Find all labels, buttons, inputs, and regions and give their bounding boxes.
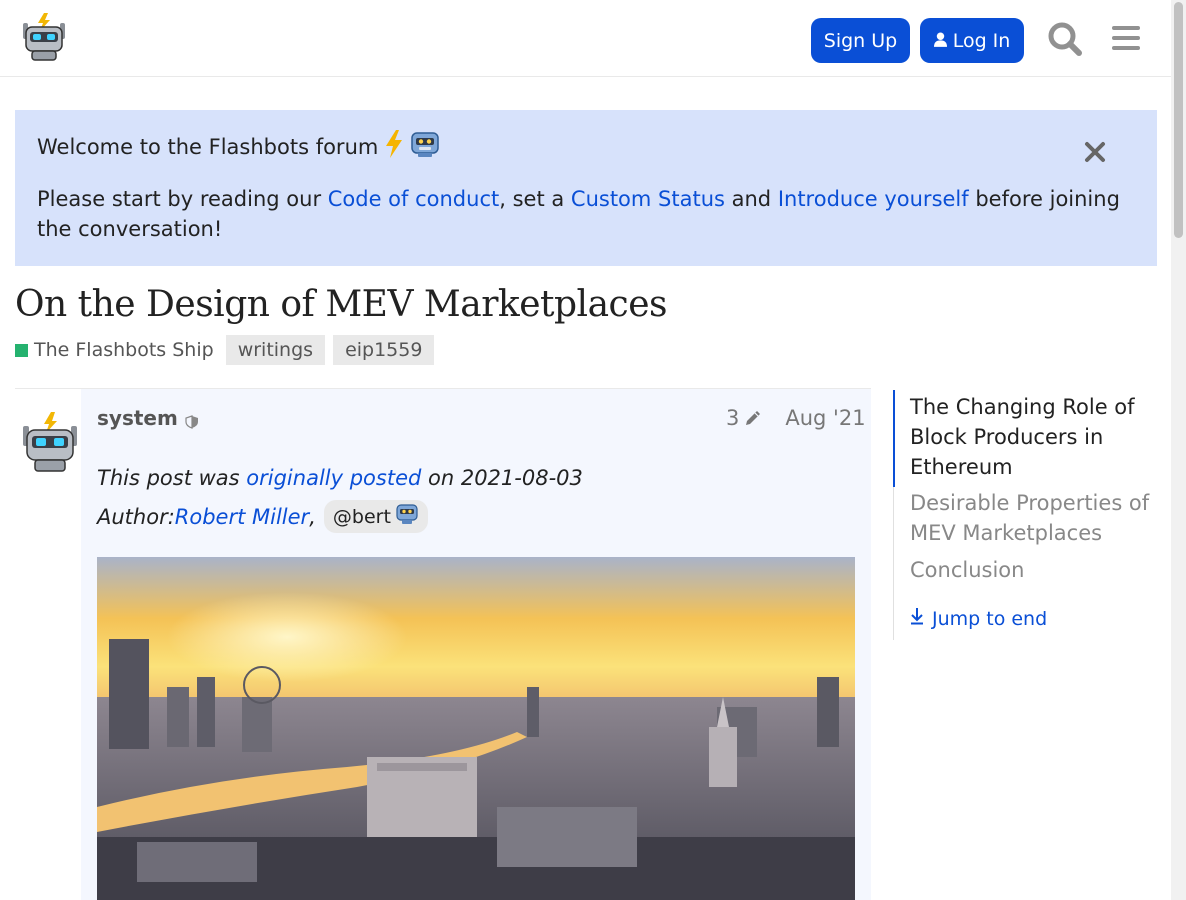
- lightning-emoji-icon: [384, 130, 404, 163]
- introduce-yourself-link[interactable]: Introduce yourself: [778, 187, 969, 211]
- origin-prefix: This post was: [97, 466, 247, 490]
- mention-text: @bert: [332, 505, 391, 528]
- code-of-conduct-link[interactable]: Code of conduct: [328, 187, 499, 211]
- close-banner-icon[interactable]: [1083, 140, 1107, 164]
- custom-status-link[interactable]: Custom Status: [571, 187, 725, 211]
- post-meta: 3 Aug '21: [726, 406, 866, 430]
- moderator-shield-icon: [184, 410, 200, 429]
- banner-title-row: Welcome to the Flashbots forum: [37, 130, 440, 163]
- welcome-banner: Welcome to the Flashbots forum Please st…: [15, 110, 1157, 266]
- bert-mention[interactable]: @bert: [323, 500, 428, 533]
- banner-text-1: Please start by reading our: [37, 187, 328, 211]
- search-icon[interactable]: [1045, 19, 1085, 59]
- post-author-line: Author: Robert Miller, @bert: [97, 500, 428, 533]
- sign-up-label: Sign Up: [823, 29, 898, 52]
- banner-message: Please start by reading our Code of cond…: [37, 184, 1127, 244]
- originally-posted-link[interactable]: originally posted: [246, 466, 421, 490]
- log-in-label: Log In: [952, 29, 1011, 52]
- site-header: Sign Up Log In: [0, 0, 1171, 77]
- banner-text-3: and: [724, 187, 778, 211]
- hamburger-menu-icon[interactable]: [1106, 19, 1146, 59]
- user-icon: [933, 30, 947, 52]
- post-origin-line: This post was originally posted on 2021-…: [97, 466, 583, 490]
- jump-to-end-label: Jump to end: [932, 607, 1048, 630]
- category-color-swatch: [15, 343, 28, 357]
- arrow-down-to-line-icon: [910, 607, 924, 630]
- scrollbar-thumb[interactable]: [1174, 2, 1183, 238]
- topic-meta: The Flashbots Ship writings eip1559: [15, 334, 435, 366]
- page-scrollbar[interactable]: [1171, 0, 1186, 900]
- robert-miller-link[interactable]: Robert Miller: [175, 505, 309, 529]
- sign-up-button[interactable]: Sign Up: [811, 18, 910, 63]
- author-avatar[interactable]: [22, 412, 78, 472]
- post-date[interactable]: Aug '21: [785, 406, 865, 430]
- author-separator: ,: [309, 504, 316, 529]
- author-prefix: Author:: [97, 504, 175, 529]
- london-skyline-photo[interactable]: [97, 557, 855, 900]
- log-in-button[interactable]: Log In: [920, 18, 1024, 63]
- origin-suffix: on 2021-08-03: [421, 466, 583, 490]
- jump-to-end-link[interactable]: Jump to end: [910, 607, 1047, 630]
- tag-eip1559[interactable]: eip1559: [333, 335, 435, 365]
- category-badge[interactable]: The Flashbots Ship: [15, 339, 214, 361]
- tag-writings[interactable]: writings: [225, 335, 326, 365]
- topic-timeline: The Changing Role of Block Producers in …: [893, 390, 1163, 640]
- post-author: system: [97, 406, 200, 430]
- robot-emoji-icon: [395, 503, 419, 530]
- category-name: The Flashbots Ship: [34, 339, 214, 361]
- robot-emoji-icon: [410, 130, 440, 163]
- timeline-active-indicator: [893, 390, 895, 487]
- topic-title[interactable]: On the Design of MEV Marketplaces: [15, 284, 667, 325]
- banner-title: Welcome to the Flashbots forum: [37, 134, 379, 159]
- timeline-section-conclusion[interactable]: Conclusion: [910, 555, 1160, 585]
- banner-text-2: , set a: [499, 187, 571, 211]
- timeline-section-desirable-properties[interactable]: Desirable Properties of MEV Marketplaces: [910, 488, 1160, 548]
- timeline-section-changing-role[interactable]: The Changing Role of Block Producers in …: [910, 392, 1160, 482]
- pencil-icon[interactable]: [743, 408, 763, 428]
- author-username[interactable]: system: [97, 406, 178, 430]
- flashbots-logo[interactable]: [22, 13, 66, 61]
- edit-count[interactable]: 3: [726, 406, 739, 430]
